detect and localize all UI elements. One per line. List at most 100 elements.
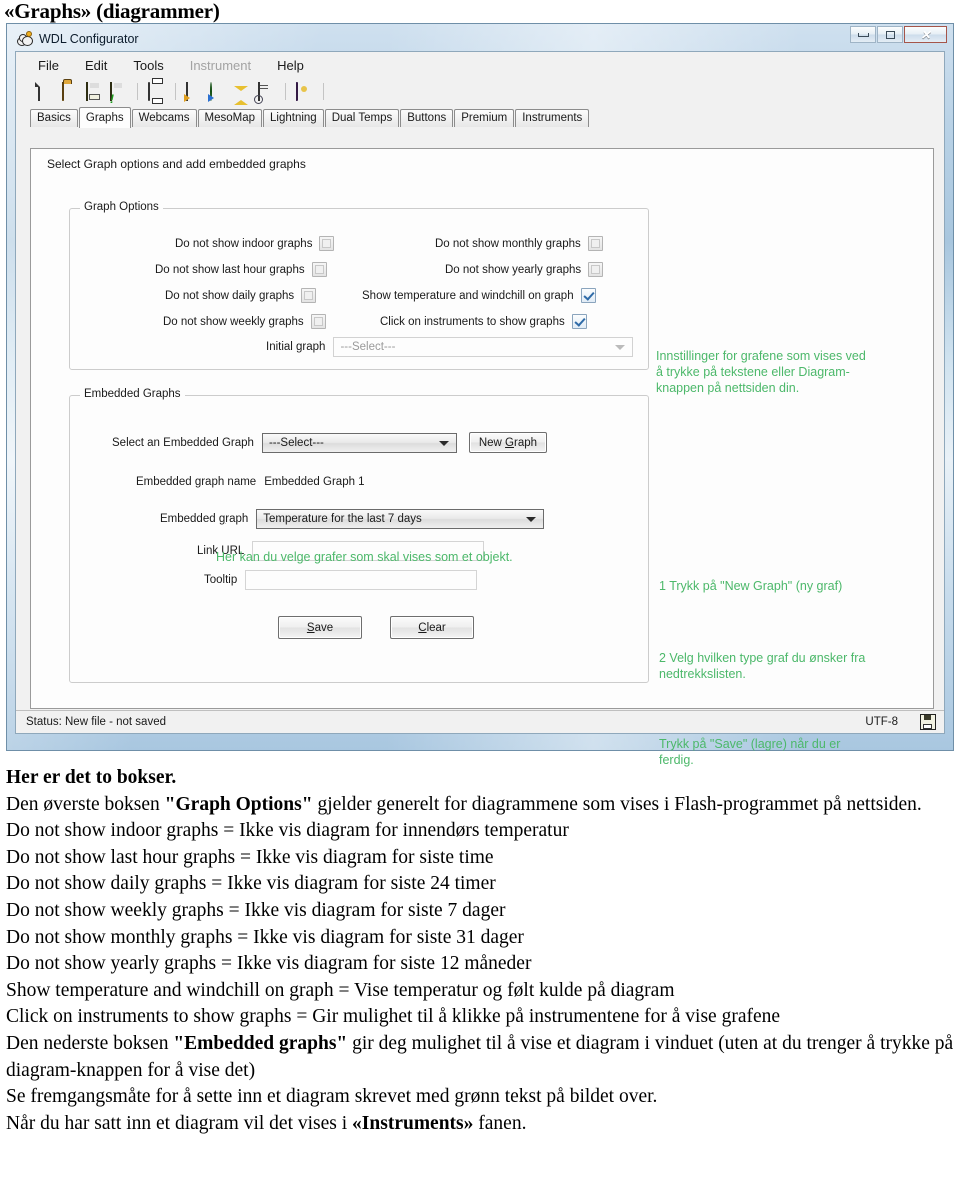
tooltip-label: Tooltip [204, 574, 238, 586]
new-graph-button[interactable]: New Graph [468, 432, 547, 453]
checkbox-do-not-show-indoor-graphs[interactable] [319, 236, 335, 251]
chevron-down-icon [526, 517, 537, 522]
checkbox-row-yearly[interactable]: Do not show yearly graphs [445, 262, 604, 277]
checkbox-do-not-show-yearly-graphs[interactable] [588, 262, 604, 277]
embedded-graph-name-row: Embedded graph name Embedded Graph 1 [136, 476, 365, 488]
toolbar-separator [137, 83, 138, 100]
checkbox-row-last-hour[interactable]: Do not show last hour graphs [155, 262, 327, 277]
save-as-icon[interactable] [110, 82, 127, 101]
select-embedded-graph-value: ---Select--- [268, 436, 324, 449]
checkbox-label-indoor: Do not show indoor graphs [175, 237, 313, 250]
help-book-icon[interactable] [296, 82, 313, 101]
save-button[interactable]: Save [278, 616, 362, 639]
publish-web-icon[interactable] [210, 82, 227, 101]
tab-instruments[interactable]: Instruments [515, 109, 590, 127]
menu-item-help[interactable]: Help [277, 58, 304, 73]
checkbox-label-yearly: Do not show yearly graphs [445, 263, 582, 276]
checkbox-row-daily[interactable]: Do not show daily graphs [165, 288, 317, 303]
preview-icon[interactable] [258, 82, 275, 101]
tooltip-input[interactable] [245, 570, 478, 590]
menu-item-file[interactable]: File [38, 58, 59, 73]
embedded-graph-actions: Save Clear [278, 616, 474, 639]
menu-item-instrument: Instrument [189, 57, 252, 73]
tab-webcams[interactable]: Webcams [131, 109, 197, 127]
minimize-icon [857, 32, 869, 37]
window-title: WDL Configurator [39, 32, 139, 46]
page-title: «Graphs» (diagrammer) [4, 0, 220, 23]
checkbox-do-not-show-weekly-graphs[interactable] [310, 314, 326, 329]
checkbox-show-temperature-and-windchill[interactable] [580, 288, 596, 303]
embedded-graphs-legend: Embedded Graphs [80, 388, 185, 400]
tab-basics[interactable]: Basics [30, 109, 78, 127]
form-wizard-icon[interactable] [186, 82, 203, 101]
initial-graph-row: Initial graph ---Select--- [266, 337, 634, 357]
annotation-step-2: 2 Velg hvilken type graf du ønsker fra n… [659, 651, 866, 681]
save-icon[interactable] [86, 82, 103, 101]
floppy-disk-icon[interactable] [920, 714, 936, 730]
tooltip-row: Tooltip [204, 570, 478, 590]
menu-item-edit[interactable]: Edit [85, 58, 107, 73]
tab-lightning[interactable]: Lightning [263, 109, 324, 127]
clear-button[interactable]: Clear [390, 616, 474, 639]
print-icon[interactable] [148, 82, 165, 101]
body-line: Show temperature and windchill on graph … [6, 979, 675, 1001]
menu-item-tools[interactable]: Tools [133, 58, 163, 73]
toolbar [16, 78, 944, 105]
initial-graph-select[interactable]: ---Select--- [333, 337, 634, 357]
body-paragraph-3: Se fremgangsmåte for å sette inn et diag… [6, 1086, 658, 1108]
embedded-graph-row: Embedded graph Temperature for the last … [160, 509, 545, 529]
graph-options-legend: Graph Options [80, 201, 163, 213]
checkbox-do-not-show-last-hour-graphs[interactable] [311, 262, 327, 277]
checkbox-row-click-instruments[interactable]: Click on instruments to show graphs [380, 314, 587, 329]
new-graph-button-label: New Graph [478, 436, 538, 449]
body-paragraph-4: Når du har satt inn et diagram vil det v… [6, 1112, 527, 1134]
status-text: Status: New file - not saved [26, 716, 166, 728]
initial-graph-value: ---Select--- [340, 341, 396, 353]
checkbox-do-not-show-daily-graphs[interactable] [301, 288, 317, 303]
checkbox-do-not-show-monthly-graphs[interactable] [587, 236, 603, 251]
checkbox-row-weekly[interactable]: Do not show weekly graphs [163, 314, 326, 329]
encoding-label: UTF-8 [865, 716, 898, 728]
tab-premium[interactable]: Premium [454, 109, 515, 127]
checkbox-row-temp-windchill[interactable]: Show temperature and windchill on graph [362, 288, 596, 303]
embedded-graph-dropdown[interactable]: Temperature for the last 7 days [256, 509, 545, 529]
body-line: Do not show weekly graphs = Ikke vis dia… [6, 899, 506, 921]
checkbox-row-monthly[interactable]: Do not show monthly graphs [435, 236, 603, 251]
maximize-button[interactable] [877, 26, 903, 43]
window-titlebar: WDL Configurator ✕ [7, 24, 953, 50]
body-line: Do not show yearly graphs = Ikke vis dia… [6, 953, 532, 975]
close-icon: ✕ [920, 27, 931, 42]
body-paragraph-1: Den øverste boksen "Graph Options" gjeld… [6, 793, 922, 815]
body-line: Do not show last hour graphs = Ikke vis … [6, 846, 494, 868]
window-client-area: File Edit Tools Instrument Help Basics [15, 51, 945, 767]
tab-graphs[interactable]: Graphs [78, 107, 131, 128]
embedded-graph-name-label: Embedded graph name [136, 476, 257, 488]
tab-buttons[interactable]: Buttons [400, 109, 454, 127]
maximize-icon [885, 30, 895, 39]
checkbox-click-on-instruments[interactable] [571, 314, 587, 329]
body-line: Click on instruments to show graphs = Gi… [6, 1006, 781, 1028]
tab-bar: Basics Graphs Webcams MesoMap Lightning … [30, 107, 944, 128]
select-embedded-graph-dropdown[interactable]: ---Select--- [261, 432, 457, 453]
select-embedded-graph-label: Select an Embedded Graph [112, 436, 254, 449]
checkbox-label-temp-windchill: Show temperature and windchill on graph [362, 289, 574, 302]
open-file-icon[interactable] [62, 82, 79, 101]
embedded-graph-label: Embedded graph [160, 513, 249, 525]
tab-dual-temps[interactable]: Dual Temps [324, 109, 400, 127]
chevron-down-icon [438, 440, 449, 446]
graph-options-group: Graph Options Do not show indoor graphs … [69, 201, 649, 459]
status-bar: Status: New file - not saved UTF-8 [16, 710, 944, 733]
toolbar-separator [175, 83, 176, 100]
body-text: Her er det to bokser. Den øverste boksen… [6, 765, 956, 1137]
minimize-button[interactable] [850, 26, 876, 43]
body-paragraph-2: Den nederste boksen "Embedded graphs" gi… [6, 1032, 954, 1081]
checkbox-row-indoor[interactable]: Do not show indoor graphs [175, 236, 335, 251]
checkbox-label-click-instruments: Click on instruments to show graphs [380, 315, 565, 328]
annotation-graph-options: Innstillinger for grafene som vises ved … [656, 349, 866, 395]
annotation-step-1: 1 Trykk på "New Graph" (ny graf) [659, 579, 843, 593]
menubar: File Edit Tools Instrument Help [16, 52, 944, 78]
tab-mesomap[interactable]: MesoMap [197, 109, 263, 127]
favorites-icon[interactable] [234, 83, 251, 105]
close-button[interactable]: ✕ [904, 26, 947, 43]
new-file-icon[interactable] [38, 82, 55, 101]
